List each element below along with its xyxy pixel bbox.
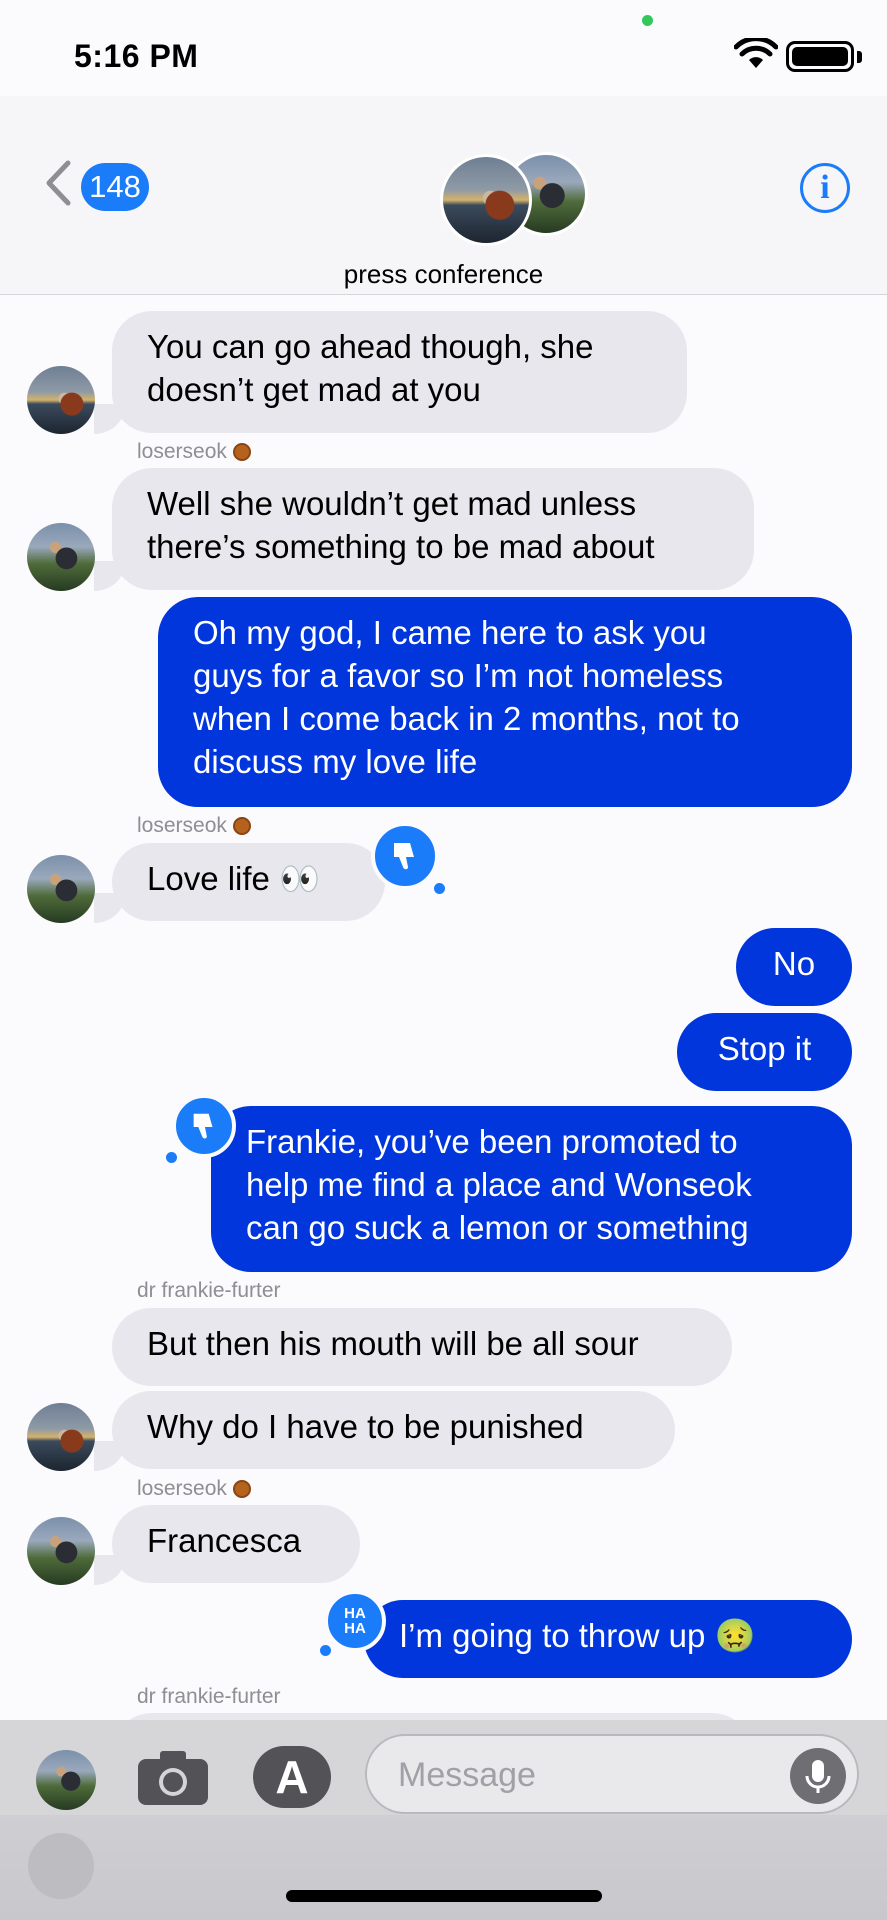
bubble-tail <box>94 404 124 434</box>
medal-icon <box>232 443 251 461</box>
sender-name: dr frankie-furter <box>137 1685 281 1708</box>
message-bubble[interactable]: Frankie, you’ve been promoted to help me… <box>211 1106 852 1272</box>
message-bubble[interactable]: Oh my god, I came here to ask you guys f… <box>158 597 852 807</box>
battery-nub <box>857 51 862 63</box>
camera-icon[interactable] <box>136 1749 210 1807</box>
avatar[interactable] <box>27 366 95 434</box>
bubble-tail <box>94 1555 124 1585</box>
privacy-indicator <box>642 15 653 26</box>
message-bubble[interactable]: Love life 👀 <box>112 843 385 921</box>
thumbs-down-icon <box>193 1113 213 1139</box>
message-bubble[interactable]: Why do I have to be punished <box>112 1391 675 1469</box>
bubble-tail <box>94 561 124 591</box>
sender-name: loserseok <box>137 814 251 838</box>
bubble-tail <box>94 893 124 923</box>
message-bubble[interactable]: I’m going to throw up 🤢 <box>364 1600 852 1678</box>
group-avatar-1[interactable] <box>440 154 532 246</box>
sender-name: loserseok <box>137 440 251 464</box>
avatar[interactable] <box>27 1403 95 1471</box>
thumbs-down-icon <box>394 843 414 870</box>
medal-icon <box>232 817 251 835</box>
tapback-thumbs-down[interactable] <box>172 1094 236 1158</box>
status-time: 5:16 PM <box>74 38 199 74</box>
tapback-dot <box>320 1645 331 1656</box>
sender-name: dr frankie-furter <box>137 1279 281 1302</box>
avatar[interactable] <box>27 1517 95 1585</box>
app-drawer-item[interactable] <box>28 1833 94 1899</box>
app-store-icon[interactable]: A <box>253 1746 331 1808</box>
tapback-dot <box>166 1152 177 1163</box>
message-bubble[interactable]: Stop it <box>677 1013 852 1091</box>
tapback-thumbs-down[interactable] <box>371 822 439 890</box>
message-bubble[interactable]: Well she wouldn’t get mad unless there’s… <box>112 468 754 590</box>
message-bubble[interactable]: Francesca <box>112 1505 360 1583</box>
app-drawer <box>0 1815 887 1920</box>
avatar[interactable] <box>27 855 95 923</box>
battery-icon <box>786 41 854 72</box>
sender-name: loserseok <box>137 1477 251 1501</box>
back-chevron-icon[interactable] <box>44 160 72 206</box>
message-placeholder: Message <box>398 1756 536 1794</box>
microphone-icon[interactable] <box>790 1748 846 1804</box>
bubble-tail <box>94 1441 124 1471</box>
message-bubble[interactable]: No <box>736 928 852 1006</box>
unread-count-badge[interactable]: 148 <box>81 163 149 211</box>
message-bubble[interactable]: You can go ahead though, she doesn’t get… <box>112 311 687 433</box>
tapback-dot <box>434 883 445 894</box>
my-avatar[interactable] <box>36 1750 96 1810</box>
tapback-haha[interactable]: HA HA <box>324 1590 386 1652</box>
wifi-icon <box>734 38 778 68</box>
info-icon[interactable]: i <box>800 163 850 213</box>
group-name[interactable]: press conference <box>0 259 887 290</box>
medal-icon <box>232 1480 251 1498</box>
home-indicator[interactable] <box>286 1890 602 1902</box>
message-bubble[interactable]: But then his mouth will be all sour <box>112 1308 732 1386</box>
avatar[interactable] <box>27 523 95 591</box>
